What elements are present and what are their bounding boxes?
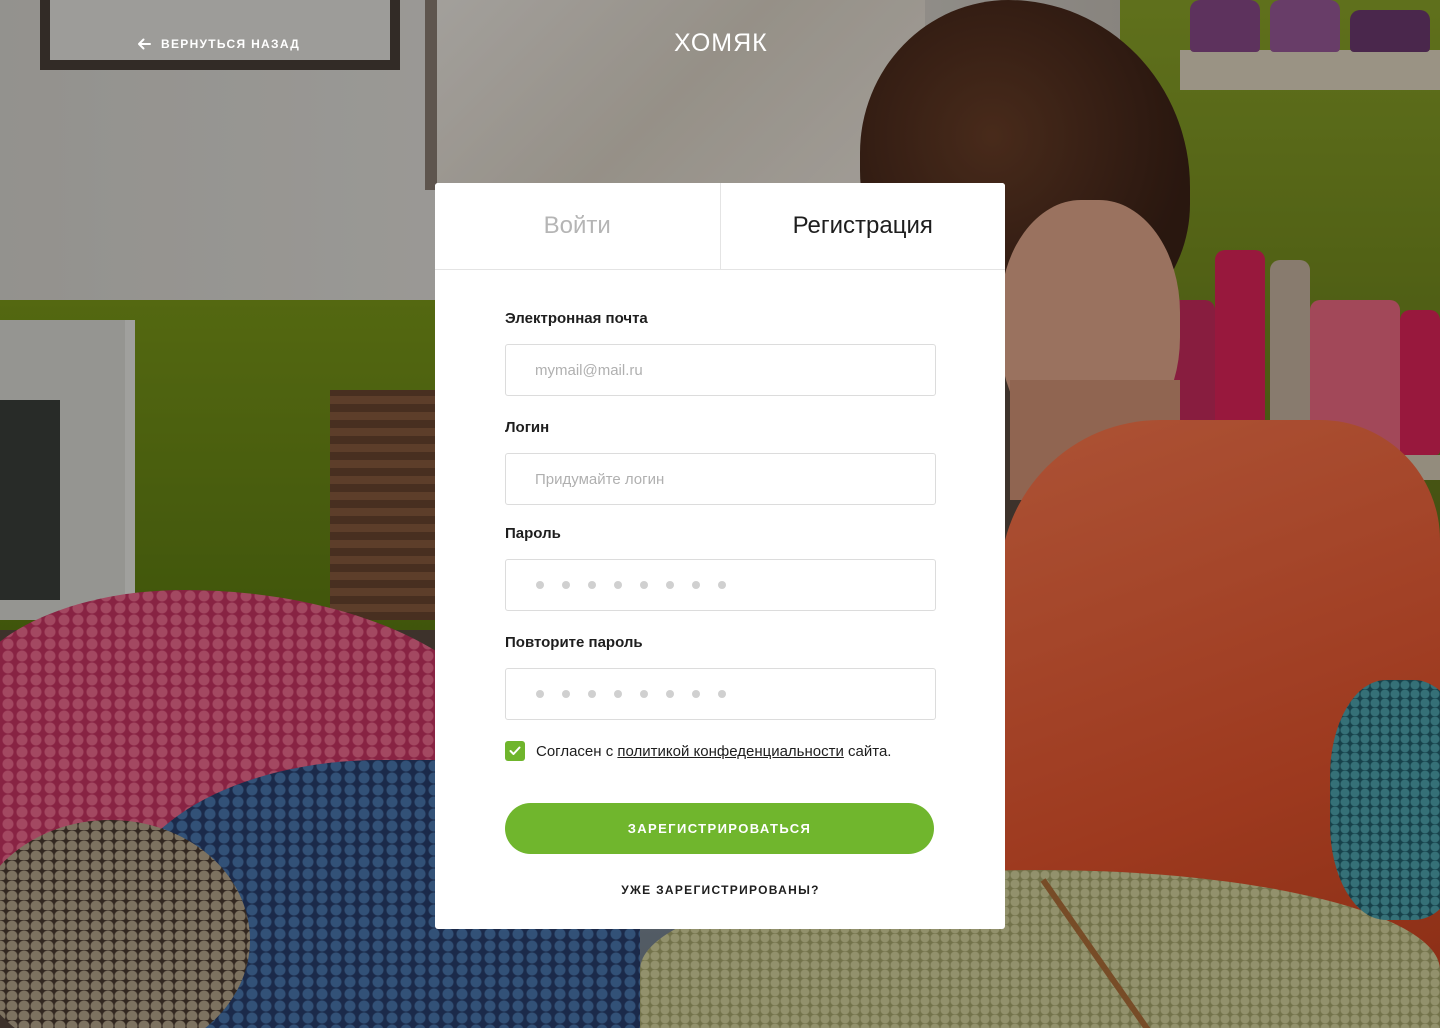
password-mask-dot [614, 690, 622, 698]
password-mask-dot [614, 581, 622, 589]
password-mask-dot [692, 690, 700, 698]
password-mask-dot [588, 690, 596, 698]
privacy-agreement: Согласен с политикой конфеденциальности … [505, 741, 936, 761]
email-field[interactable] [505, 344, 936, 396]
privacy-policy-link[interactable]: политикой конфеденциальности [617, 743, 843, 760]
already-registered-link[interactable]: УЖЕ ЗАРЕГИСТРИРОВАНЫ? [505, 883, 936, 897]
login-field[interactable] [505, 453, 936, 505]
registration-form: Электронная почта Логин Пароль Повторите… [435, 310, 1005, 897]
logo: ХОМЯК [674, 26, 774, 60]
password-repeat-field[interactable] [505, 668, 936, 720]
password-mask-dot [536, 690, 544, 698]
password-mask-dot [640, 581, 648, 589]
password-mask-dot [718, 581, 726, 589]
tab-login[interactable]: Войти [435, 183, 720, 269]
email-label: Электронная почта [505, 310, 648, 327]
password-repeat-label: Повторите пароль [505, 634, 643, 651]
password-mask-dot [718, 690, 726, 698]
checkmark-icon [509, 746, 521, 755]
login-label: Логин [505, 419, 550, 436]
password-mask-dot [692, 581, 700, 589]
back-link[interactable]: ВЕРНУТЬСЯ НАЗАД [137, 37, 300, 51]
auth-card: Войти Регистрация Электронная почта Логи… [435, 183, 1005, 929]
tab-registration[interactable]: Регистрация [719, 183, 1005, 269]
password-mask-dot [588, 581, 596, 589]
password-label: Пароль [505, 525, 561, 542]
password-mask-dot [562, 581, 570, 589]
logo-text: ХОМЯК [674, 28, 768, 57]
password-mask-dot [640, 690, 648, 698]
agree-checkbox[interactable] [505, 741, 525, 761]
password-mask-dot [666, 581, 674, 589]
arrow-left-icon [138, 38, 151, 50]
password-mask-dot [666, 690, 674, 698]
password-mask-dot [536, 581, 544, 589]
agree-text: Согласен с политикой конфеденциальности … [536, 742, 892, 760]
password-field[interactable] [505, 559, 936, 611]
auth-tabs: Войти Регистрация [435, 183, 1005, 270]
back-link-label: ВЕРНУТЬСЯ НАЗАД [161, 37, 301, 51]
password-mask-dot [562, 690, 570, 698]
register-button[interactable]: ЗАРЕГИСТРИРОВАТЬСЯ [505, 803, 934, 854]
